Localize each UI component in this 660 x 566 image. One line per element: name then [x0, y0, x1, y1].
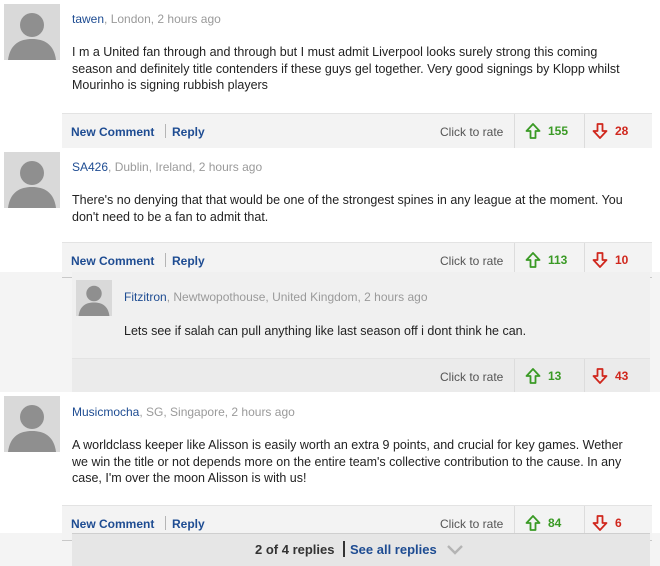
upvote-count: 113 [548, 253, 568, 267]
arrow-down-icon [592, 123, 608, 139]
replies-divider [343, 541, 345, 557]
upvote-button[interactable]: 84 [525, 514, 585, 532]
user-silhouette-icon [76, 280, 112, 316]
comment-location-time: , SG, Singapore, 2 hours ago [139, 405, 295, 419]
chevron-down-icon[interactable] [446, 544, 464, 556]
comment-location-time: , Newtwopothouse, United Kingdom, 2 hour… [166, 290, 428, 304]
see-all-replies-link[interactable]: See all replies [350, 542, 437, 557]
avatar [4, 4, 60, 60]
rating-divider [584, 359, 585, 393]
comment: SA426, Dublin, Ireland, 2 hours ago Ther… [0, 148, 660, 278]
comment-text: I m a United fan through and through but… [72, 45, 620, 92]
replies-pagination-bar: 2 of 4 replies See all replies [72, 533, 650, 566]
reply-comment: Fitzitron, Newtwopothouse, United Kingdo… [72, 272, 650, 394]
comment-meta: Fitzitron, Newtwopothouse, United Kingdo… [124, 290, 428, 304]
upvote-count: 84 [548, 516, 562, 530]
comment: tawen, London, 2 hours ago I m a United … [0, 0, 660, 149]
downvote-count: 6 [615, 516, 622, 530]
downvote-button[interactable]: 43 [592, 367, 647, 385]
avatar [4, 152, 60, 208]
author-name[interactable]: Musicmocha [72, 405, 139, 419]
downvote-count: 28 [615, 124, 629, 138]
author-name[interactable]: Fitzitron [124, 290, 167, 304]
comment-action-bar: New Comment Reply Click to rate 155 28 [62, 113, 652, 149]
comment: Musicmocha, SG, Singapore, 2 hours ago A… [0, 392, 660, 541]
replies-count: 2 of 4 replies [255, 542, 335, 557]
author-name[interactable]: tawen [72, 12, 104, 26]
user-silhouette-icon [4, 152, 60, 208]
arrow-down-icon [592, 252, 608, 268]
comment-meta: Musicmocha, SG, Singapore, 2 hours ago [72, 405, 295, 419]
upvote-count: 155 [548, 124, 569, 138]
new-comment-link[interactable]: New Comment [71, 125, 154, 139]
comment-meta: tawen, London, 2 hours ago [72, 12, 221, 26]
downvote-count: 10 [615, 253, 629, 267]
new-comment-link[interactable]: New Comment [71, 517, 154, 531]
link-divider [165, 516, 166, 530]
reply-link[interactable]: Reply [172, 254, 205, 268]
link-divider [165, 253, 166, 267]
downvote-button[interactable]: 6 [592, 514, 647, 532]
downvote-button[interactable]: 28 [592, 122, 647, 140]
comment-action-bar: Click to rate 13 43 [72, 358, 650, 394]
avatar [76, 280, 112, 316]
upvote-button[interactable]: 113 [525, 251, 585, 269]
upvote-count: 13 [548, 369, 562, 383]
arrow-down-icon [592, 368, 608, 384]
click-to-rate-label: Click to rate [440, 254, 504, 268]
user-silhouette-icon [4, 4, 60, 60]
rating-divider [514, 114, 515, 148]
upvote-button[interactable]: 13 [525, 367, 585, 385]
upvote-button[interactable]: 155 [525, 122, 585, 140]
author-name[interactable]: SA426 [72, 160, 108, 174]
arrow-down-icon [592, 515, 608, 531]
arrow-up-icon [525, 252, 541, 268]
click-to-rate-label: Click to rate [440, 370, 504, 384]
click-to-rate-label: Click to rate [440, 517, 504, 531]
comment-location-time: , London, 2 hours ago [104, 12, 221, 26]
comment-text: There's no denying that that would be on… [72, 193, 623, 224]
comment-text: Lets see if salah can pull anything like… [124, 324, 527, 338]
user-silhouette-icon [4, 396, 60, 452]
arrow-up-icon [525, 368, 541, 384]
rating-divider [584, 114, 585, 148]
reply-link[interactable]: Reply [172, 125, 205, 139]
rating-divider [514, 359, 515, 393]
reply-link[interactable]: Reply [172, 517, 205, 531]
downvote-count: 43 [615, 369, 629, 383]
link-divider [165, 124, 166, 138]
arrow-up-icon [525, 123, 541, 139]
comment-text: A worldclass keeper like Alisson is easi… [72, 438, 623, 485]
downvote-button[interactable]: 10 [592, 251, 647, 269]
comment-meta: SA426, Dublin, Ireland, 2 hours ago [72, 160, 262, 174]
arrow-up-icon [525, 515, 541, 531]
click-to-rate-label: Click to rate [440, 125, 504, 139]
new-comment-link[interactable]: New Comment [71, 254, 154, 268]
avatar [4, 396, 60, 452]
comment-location-time: , Dublin, Ireland, 2 hours ago [108, 160, 263, 174]
